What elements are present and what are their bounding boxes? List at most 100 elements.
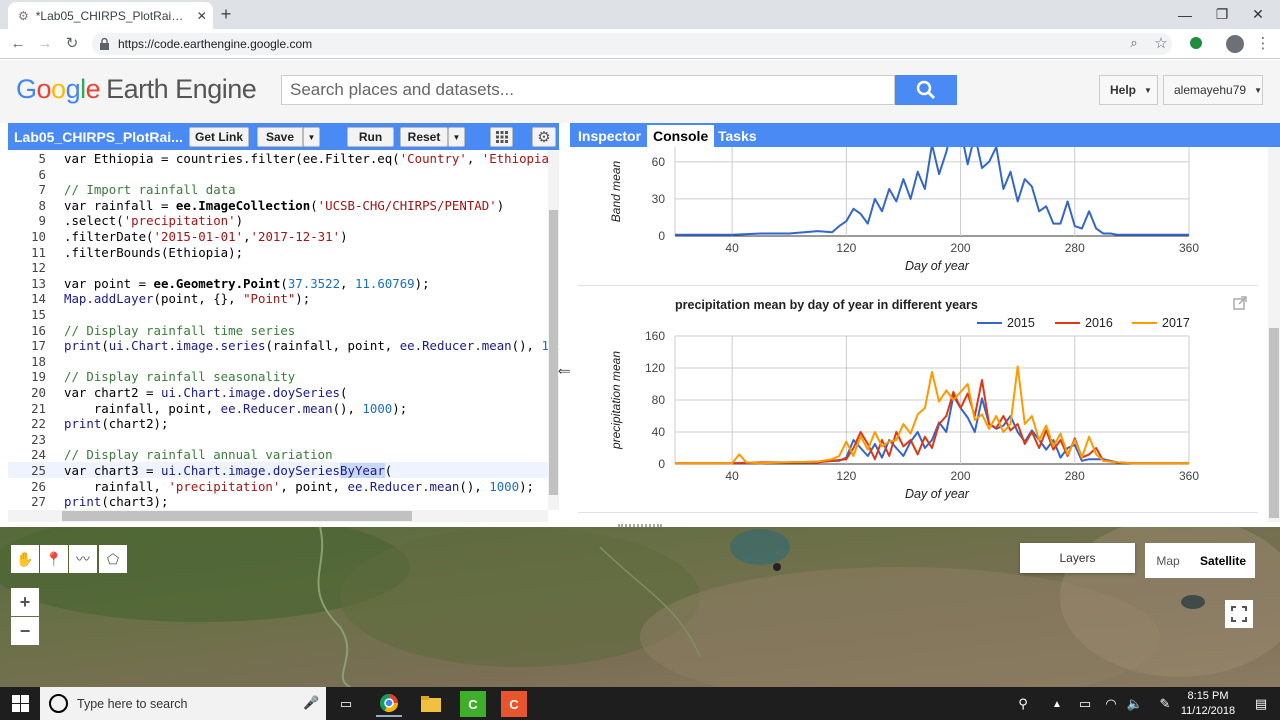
open-chart-new-window-icon[interactable] [1233,296,1247,310]
camtasia-recorder-icon[interactable]: C [501,691,527,717]
people-icon[interactable]: ⚲ [1010,691,1036,717]
draw-point-tool[interactable]: 📍 [40,545,68,573]
search-input[interactable]: Search places and datasets... [281,75,895,105]
line-number: 10 [31,229,46,244]
close-window-button[interactable]: ✕ [1236,0,1280,29]
close-tab-icon[interactable]: ✕ [197,9,207,23]
zoom-icon[interactable]: ⌕ [1123,32,1145,54]
code-line: var point = ee.Geometry.Point(37.3522, 1… [64,275,430,291]
browser-tab[interactable]: ⚙ *Lab05_CHIRPS_PlotRainfall - Earth Eng… [8,2,213,29]
line-number: 13 [31,275,46,291]
series-line-2015 [675,395,1189,465]
show-hidden-icons[interactable]: ▲ [1044,691,1070,717]
fullscreen-button[interactable] [1225,600,1253,628]
code-line: var chart2 = ui.Chart.image.doySeries( [64,385,348,400]
get-link-button[interactable]: Get Link [189,127,249,147]
console-output: 0 30 60 40 120 200 280 360 Day of year Band mean … [570,147,1268,522]
chart-title: precipitation mean by day of year in dif… [675,298,978,312]
back-icon[interactable]: ← [7,32,29,54]
console-scroll-thumb[interactable] [1269,328,1279,518]
apps-grid-button[interactable] [490,127,513,147]
draw-shape-tool[interactable]: ⬠ [99,545,127,573]
extension-icon[interactable] [1190,37,1202,49]
pan-hand-tool[interactable]: ✋ [11,545,39,573]
code-line: print(ui.Chart.image.series(rainfall, po… [64,338,548,354]
code-line: .filterDate('2015-01-01','2017-12-31') [64,229,348,244]
camtasia-icon[interactable]: C [460,691,486,717]
reset-dropdown-button[interactable]: ▼ [448,127,465,147]
zoom-in-button[interactable]: + [11,588,39,616]
line-number: 6 [38,166,46,182]
fullscreen-icon [1231,606,1247,622]
map-type-map-button[interactable]: Map [1145,543,1191,578]
taskbar-date: 11/12/2018 [1180,705,1236,717]
legend-label: 2015 [1007,316,1035,330]
reset-button[interactable]: Reset [400,127,448,147]
code-editor[interactable]: 5 var Ethiopia = countries.filter(ee.Filt… [8,150,548,510]
wifi-icon[interactable]: ◠ [1098,691,1124,717]
save-dropdown-button[interactable]: ▼ [303,127,320,147]
zoom-out-button[interactable]: − [11,617,39,645]
y-tick-label: 60 [652,155,666,169]
pen-workspace-icon[interactable]: ✎ [1152,691,1178,717]
y-tick-label: 160 [645,329,665,343]
url-field[interactable]: https://code.earthengine.google.com [92,33,1172,55]
code-line: print(chart2); [64,416,169,432]
y-tick-label: 0 [658,457,665,471]
code-line: // Display rainfall seasonality [64,369,296,385]
chart-divider [578,512,1258,513]
line-number: 16 [31,322,46,338]
line-number: 18 [31,353,46,369]
y-tick-label: 120 [645,361,665,375]
chrome-taskbar-icon[interactable] [376,691,402,717]
dropdown-arrow-icon: ▼ [1144,85,1152,95]
save-button[interactable]: Save [257,127,303,147]
code-line: Map.addLayer(point, {}, "Point"); [64,291,311,307]
browser-menu-icon[interactable]: ⋮ [1252,32,1274,54]
draw-line-tool[interactable]: 〰 [69,545,97,573]
code-line: // Display rainfall time series [64,322,296,338]
line-number: 5 [38,151,46,166]
line-number: 11 [31,244,46,260]
run-button[interactable]: Run [347,127,394,147]
profile-avatar[interactable] [1226,35,1244,53]
lock-icon [100,37,109,50]
gear-icon: ⚙ [537,129,551,146]
search-button[interactable] [895,75,957,105]
code-line: // Import rainfall data [64,182,236,198]
action-center-icon[interactable]: ▤ [1248,691,1274,717]
google-earth-engine-logo: Google Earth Engine [16,74,257,104]
script-name[interactable]: Lab05_CHIRPS_PlotRai... [14,129,183,145]
editor-horizontal-scroll-thumb[interactable] [62,511,412,521]
tab-console[interactable]: Console [647,125,715,147]
help-dropdown[interactable]: Help ▼ [1099,75,1158,105]
cortana-icon[interactable] [49,694,68,713]
forward-icon[interactable]: → [34,32,56,54]
new-tab-button[interactable]: + [216,4,236,24]
windows-start-icon[interactable] [12,695,29,712]
map-type-satellite-button[interactable]: Satellite [1191,543,1255,578]
line-number: 7 [38,182,46,198]
layers-button[interactable]: Layers [1020,543,1135,573]
taskbar-search-input[interactable]: Type here to search [40,687,326,720]
battery-icon[interactable]: ▭ [1072,691,1098,717]
settings-button[interactable]: ⚙ [532,127,556,147]
file-explorer-icon[interactable] [418,691,444,717]
code-line: var chart3 = ui.Chart.image.doySeriesByY… [64,463,393,478]
taskbar-clock[interactable]: 8:15 PM 11/12/2018 [1178,689,1238,719]
y-axis-label: precipitation mean [609,351,623,450]
dropdown-arrow-icon: ▼ [1254,85,1262,95]
volume-icon[interactable]: 🔈 [1122,691,1148,717]
reload-icon[interactable]: ↻ [61,32,83,54]
line-number: 19 [31,369,46,385]
bookmark-star-icon[interactable]: ☆ [1150,32,1172,54]
tab-inspector[interactable]: Inspector [572,125,647,147]
tab-tasks[interactable]: Tasks [712,125,763,147]
user-account-dropdown[interactable]: alemayehu79 ▼ [1163,75,1263,105]
url-text: https://code.earthengine.google.com [118,37,313,51]
microphone-icon[interactable]: 🎤 [303,695,319,711]
task-view-icon[interactable]: ▭ [333,691,359,717]
x-tick-label: 360 [1179,469,1199,483]
line-number: 20 [31,385,46,400]
editor-vertical-scroll-thumb[interactable] [549,210,558,495]
